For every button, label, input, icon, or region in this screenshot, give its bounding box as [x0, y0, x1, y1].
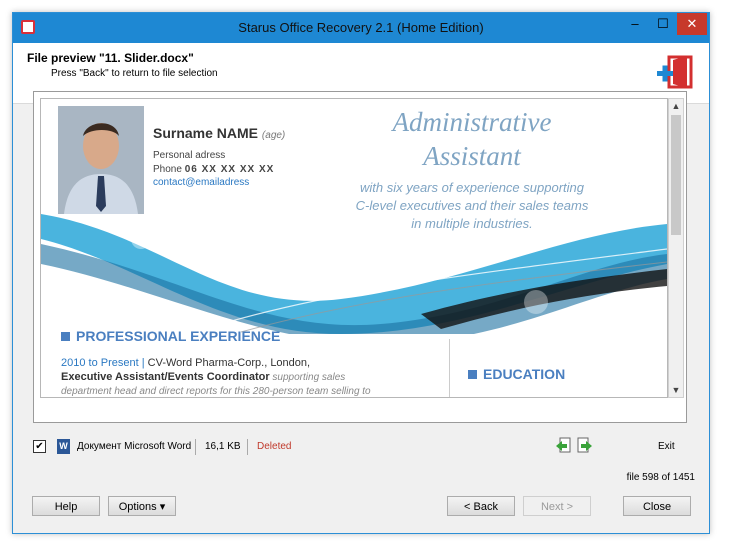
job-role-heading: Administrative Assistant: [392, 107, 552, 171]
help-button[interactable]: Help: [32, 496, 100, 516]
button-bar: Help Options ▾ < Back Next > Close: [13, 487, 709, 533]
close-button[interactable]: Close: [623, 496, 691, 516]
next-button[interactable]: Next >: [523, 496, 591, 516]
next-file-icon[interactable]: [577, 437, 593, 455]
maximize-button[interactable]: ☐: [649, 13, 677, 35]
options-button[interactable]: Options ▾: [108, 496, 176, 516]
candidate-address: Personal adress: [153, 150, 226, 161]
candidate-email: contact@emailadress: [153, 177, 250, 188]
window-title: Starus Office Recovery 2.1 (Home Edition…: [238, 20, 484, 35]
profile-photo: [58, 106, 144, 214]
candidate-name: Surname NAME (age): [153, 125, 286, 141]
file-size: 16,1 KB: [205, 441, 241, 452]
select-file-checkbox[interactable]: ✔: [33, 440, 46, 453]
career-summary: with six years of experience supporting C…: [355, 180, 589, 231]
word-document-icon: W: [57, 439, 70, 454]
scroll-down-icon[interactable]: ▼: [669, 383, 683, 397]
scroll-thumb[interactable]: [671, 115, 681, 235]
document-page: Surname NAME (age) Personal adress Phone…: [40, 98, 668, 398]
section-divider: [449, 339, 450, 397]
document-preview: Surname NAME (age) Personal adress Phone…: [33, 91, 687, 423]
back-button[interactable]: < Back: [447, 496, 515, 516]
experience-entry: 2010 to Present | CV-Word Pharma-Corp., …: [61, 357, 371, 397]
status-divider: [247, 439, 248, 455]
previous-file-icon[interactable]: [555, 437, 571, 455]
file-type: Документ Microsoft Word: [77, 441, 192, 452]
section-professional-experience: PROFESSIONAL EXPERIENCE: [61, 328, 280, 344]
app-window: Starus Office Recovery 2.1 (Home Edition…: [12, 12, 710, 534]
page-title: File preview "11. Slider.docx": [27, 51, 194, 65]
candidate-phone: Phone 06 XX XX XX XX: [153, 164, 275, 175]
section-education: EDUCATION: [468, 366, 565, 382]
office-recovery-logo-icon: [657, 55, 693, 89]
exit-label[interactable]: Exit: [658, 441, 675, 452]
page-subtitle: Press "Back" to return to file selection: [51, 68, 218, 79]
preview-scrollbar[interactable]: ▲ ▼: [668, 98, 684, 398]
file-counter: file 598 of 1451: [626, 472, 695, 483]
scroll-up-icon[interactable]: ▲: [669, 99, 683, 113]
file-status-bar: ✔ W Документ Microsoft Word 16,1 KB Dele…: [33, 437, 693, 457]
file-state: Deleted: [257, 441, 292, 452]
minimize-button[interactable]: –: [621, 13, 649, 35]
status-divider: [195, 439, 196, 455]
title-bar[interactable]: Starus Office Recovery 2.1 (Home Edition…: [13, 13, 709, 43]
close-window-button[interactable]: ✕: [677, 13, 707, 35]
